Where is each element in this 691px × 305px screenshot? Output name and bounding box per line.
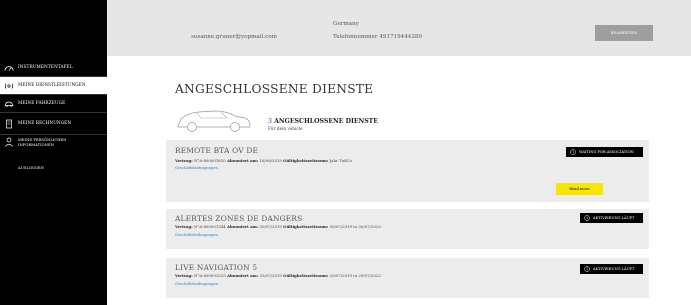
invoice-icon xyxy=(4,119,14,128)
validity-label: Gültigkeitszeitraum: xyxy=(283,158,329,163)
sidebar-item-services[interactable]: MEINE DIENSTLEISTUNGEN xyxy=(0,77,107,94)
terms-link[interactable]: Geschäftsbedingungen xyxy=(175,166,218,170)
status-label: AKTIVIERUNG LÄUFT xyxy=(593,216,635,220)
sidebar-item-label: MEINE DIENSTLEISTUNGEN xyxy=(18,83,86,88)
contract-value: N°A-800001610 xyxy=(193,158,226,163)
sidebar: INSTRUMENTENTAFEL MEINE DIENSTLEISTUNGEN… xyxy=(0,0,107,305)
user-icon xyxy=(4,137,14,147)
service-name: LIVE NAVIGATION 5 xyxy=(175,263,258,272)
services-count-subtitle: Für dein vehicle xyxy=(268,126,303,131)
services-count-label: ANGESCHLOSSENE DIENSTE xyxy=(274,118,378,125)
clock-icon xyxy=(570,149,576,155)
service-card: ALERTES ZONES DE DANGERS Vertrag: N°A-80… xyxy=(166,209,649,249)
status-badge: AKTIVIERUNG LÄUFT xyxy=(580,264,643,274)
status-label: WAITING FOR ASSOCIATION xyxy=(579,150,634,154)
service-name: REMOTE BTA OV DE xyxy=(175,146,259,155)
subscribed-label: Abonniert am: xyxy=(226,158,259,163)
services-count: 3 ANGESCHLOSSENE DIENSTE xyxy=(268,118,378,125)
terms-link[interactable]: Geschäftsbedingungen xyxy=(175,282,218,286)
sidebar-item-vehicles[interactable]: MEINE FAHRZEUGE xyxy=(0,95,107,112)
contract-label: Vertrag: xyxy=(175,224,193,229)
validity-label: Gültigkeitszeitraum: xyxy=(283,273,329,278)
terms-link[interactable]: Geschäftsbedingungen xyxy=(175,233,218,237)
validity-value: 29/07/2019 to 29/07/2022 xyxy=(329,273,381,278)
subscribed-value: 30/07/2019 xyxy=(259,224,282,229)
subscribed-label: Abonniert am: xyxy=(226,273,259,278)
gauge-icon xyxy=(4,64,14,72)
sidebar-item-invoices[interactable]: MEINE RECHNUNGEN xyxy=(0,115,107,132)
validity-value: 30/07/2019 to 30/07/2020 xyxy=(329,224,381,229)
status-badge: AKTIVIERUNG LÄUFT xyxy=(580,213,643,223)
page-title: ANGESCHLOSSENE DIENSTE xyxy=(175,82,374,96)
service-card: REMOTE BTA OV DE Vertrag: N°A-800001610 … xyxy=(166,140,649,202)
account-header: susanne.gruner@yopmail.com Germany Telef… xyxy=(107,0,691,56)
connected-icon xyxy=(4,82,14,90)
clock-icon xyxy=(584,215,590,221)
contract-label: Vertrag: xyxy=(175,273,193,278)
contract-label: Vertrag: xyxy=(175,158,193,163)
sidebar-item-logout[interactable]: AUSLOGGEN xyxy=(0,159,107,176)
validity-value: Jahr TuKCs xyxy=(329,158,352,163)
edit-button[interactable]: BEARBEITEN xyxy=(595,25,653,41)
user-phone: Telefonnummer 491719444280 xyxy=(333,34,423,40)
sidebar-item-personal-info[interactable]: MEINE PERSÖNLICHEN INFORMATIONEN xyxy=(0,135,107,157)
services-count-number: 3 xyxy=(268,118,272,125)
read-more-button[interactable]: Read more xyxy=(556,183,603,195)
sidebar-item-label: AUSLOGGEN xyxy=(18,165,45,170)
service-card: LIVE NAVIGATION 5 Vertrag: N°A-800001325… xyxy=(166,258,649,298)
service-meta: Vertrag: N°A-800001610 Abonniert am: 16/… xyxy=(175,158,352,163)
sidebar-item-label: MEINE PERSÖNLICHEN INFORMATIONEN xyxy=(18,138,67,147)
status-label: AKTIVIERUNG LÄUFT xyxy=(593,267,635,271)
sidebar-item-label: INSTRUMENTENTAFEL xyxy=(18,65,73,70)
subscribed-value: 29/07/2019 xyxy=(259,273,282,278)
contract-value: N°A-800001325 xyxy=(193,273,226,278)
brand-logo-area xyxy=(0,0,107,56)
user-country: Germany xyxy=(333,21,359,27)
service-meta: Vertrag: N°A-800001344 Abonniert am: 30/… xyxy=(175,224,381,229)
service-meta: Vertrag: N°A-800001325 Abonniert am: 29/… xyxy=(175,273,381,278)
user-email: susanne.gruner@yopmail.com xyxy=(191,34,277,40)
contract-value: N°A-800001344 xyxy=(193,224,226,229)
car-icon xyxy=(4,100,14,108)
validity-label: Gültigkeitszeitraum: xyxy=(283,224,329,229)
clock-icon xyxy=(584,266,590,272)
divider xyxy=(0,112,107,113)
vehicle-outline-image xyxy=(177,110,251,132)
sidebar-item-dashboard[interactable]: INSTRUMENTENTAFEL xyxy=(0,59,107,76)
service-name: ALERTES ZONES DE DANGERS xyxy=(175,214,303,223)
sidebar-item-label: MEINE RECHNUNGEN xyxy=(18,121,72,126)
sidebar-item-label: MEINE FAHRZEUGE xyxy=(18,101,66,106)
status-badge: WAITING FOR ASSOCIATION xyxy=(566,147,643,157)
subscribed-label: Abonniert am: xyxy=(226,224,259,229)
subscribed-value: 16/08/2019 xyxy=(259,158,282,163)
